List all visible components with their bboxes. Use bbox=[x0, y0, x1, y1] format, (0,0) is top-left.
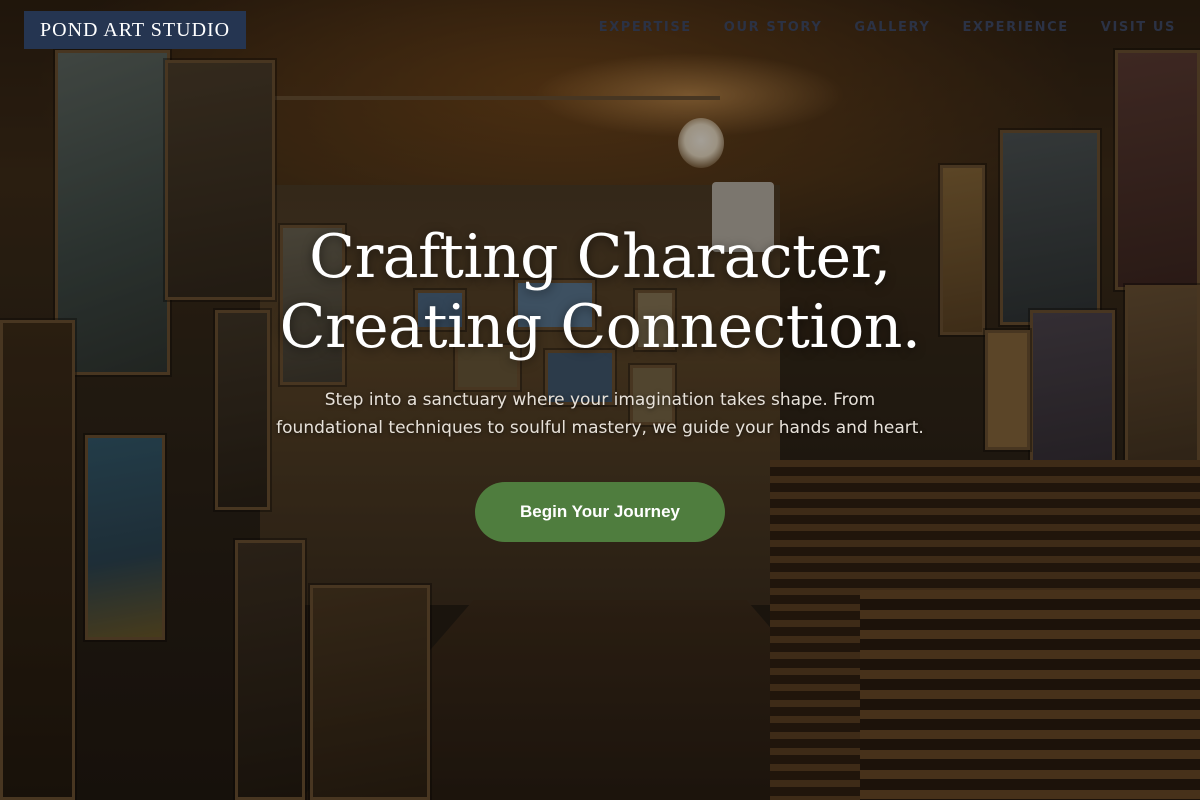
nav-link-visit-us[interactable]: VISIT US bbox=[1101, 20, 1176, 35]
hero-subtitle: Step into a sanctuary where your imagina… bbox=[276, 390, 924, 438]
hero-title-line-1: Crafting Character, bbox=[309, 222, 891, 292]
hero-section: Crafting Character, Creating Connection.… bbox=[0, 222, 1200, 542]
brand-logo[interactable]: POND ART STUDIO bbox=[24, 11, 247, 49]
nav-link-experience[interactable]: EXPERIENCE bbox=[962, 20, 1068, 35]
nav-link-our-story[interactable]: OUR STORY bbox=[724, 20, 823, 35]
hero-title: Crafting Character, Creating Connection. bbox=[0, 222, 1200, 362]
hero-title-line-2: Creating Connection. bbox=[279, 292, 921, 362]
nav-link-expertise[interactable]: EXPERTISE bbox=[599, 20, 692, 35]
nav-links: EXPERTISE OUR STORY GALLERY EXPERIENCE V… bbox=[599, 20, 1176, 35]
begin-journey-button[interactable]: Begin Your Journey bbox=[475, 482, 725, 542]
brand-name: POND ART STUDIO bbox=[40, 18, 231, 41]
nav-link-gallery[interactable]: GALLERY bbox=[854, 20, 930, 35]
top-navigation: POND ART STUDIO EXPERTISE OUR STORY GALL… bbox=[0, 0, 1200, 60]
